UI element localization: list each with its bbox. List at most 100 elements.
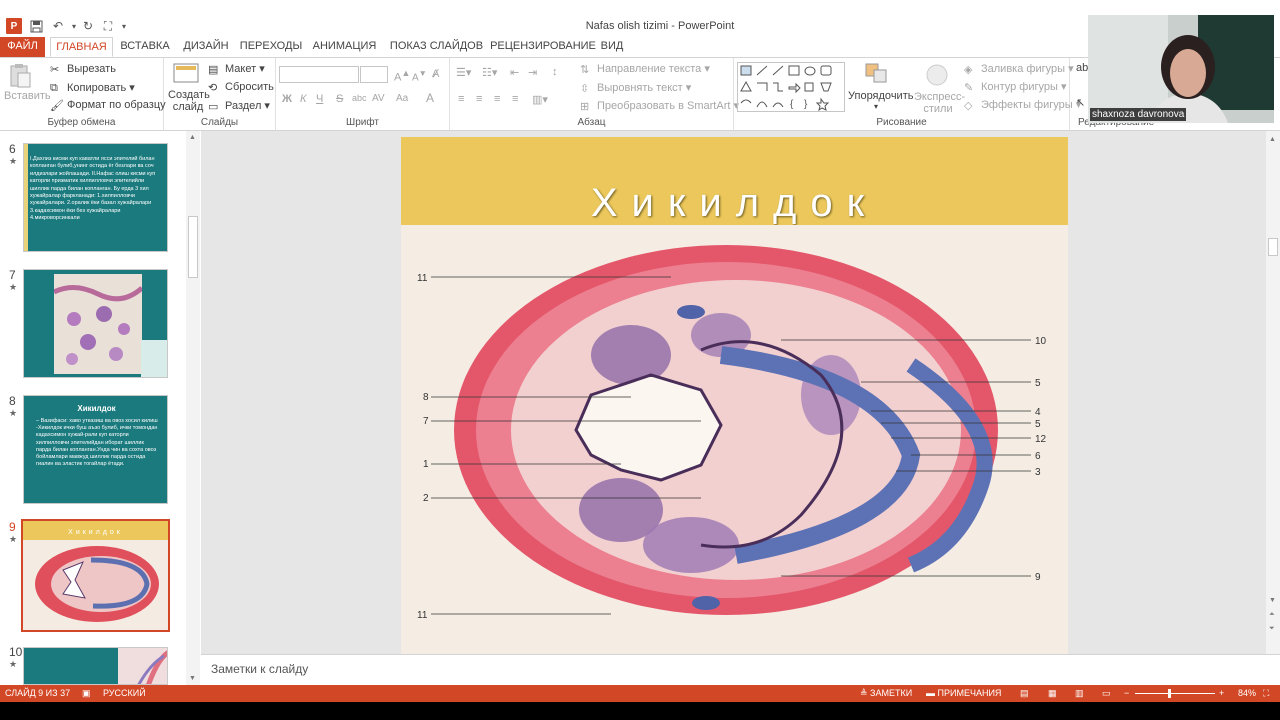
tab-file[interactable]: ФАЙЛ (0, 37, 45, 57)
reset-button[interactable]: ⟲ Сбросить (208, 81, 274, 94)
smartart-button[interactable]: ⊞ Преобразовать в SmartArt ▾ (580, 99, 739, 113)
grow-font-icon[interactable]: A▲ (394, 68, 410, 84)
thumbnails-scrollbar[interactable]: ▲ ▼ (186, 131, 200, 685)
char-spacing-button[interactable]: AV (372, 93, 385, 104)
scroll-down-icon[interactable]: ▼ (189, 675, 196, 682)
customize-toolbar-icon[interactable]: ▾ (116, 18, 132, 34)
section-button[interactable]: ▭ Раздел ▾ (208, 99, 270, 113)
paste-icon[interactable] (6, 62, 38, 88)
comments-toggle[interactable]: ▬ ПРИМЕЧАНИЯ (926, 688, 1001, 698)
save-icon[interactable] (28, 18, 44, 34)
scroll-down-icon[interactable]: ▼ (1269, 597, 1276, 604)
tab-design[interactable]: ДИЗАЙН (178, 37, 234, 57)
cut-button[interactable]: ✂ Вырезать (50, 63, 116, 76)
bold-button[interactable]: Ж (282, 93, 292, 105)
tab-view[interactable]: ВИД (598, 37, 626, 57)
thumb-decor (141, 340, 167, 377)
slideshow-view-icon[interactable]: ▭ (1102, 688, 1111, 699)
tab-animation[interactable]: АНИМАЦИЯ (309, 37, 380, 57)
align-text-button[interactable]: ⇳ Выровнять текст ▾ (580, 81, 691, 95)
shapes-gallery[interactable]: {} (737, 62, 845, 112)
clear-formatting-icon[interactable]: Ⱥ (432, 68, 439, 80)
columns-icon[interactable]: ▥▾ (532, 93, 548, 106)
increase-indent-icon[interactable]: ⇥ (528, 66, 537, 79)
copy-icon: ⧉ (50, 82, 58, 95)
undo-icon[interactable]: ↶ (50, 18, 66, 34)
arrange-button[interactable]: Упорядочить (848, 90, 913, 102)
language-indicator[interactable]: РУССКИЙ (103, 688, 146, 698)
slideshow-start-icon[interactable]: ⛶ (100, 18, 116, 34)
align-right-icon[interactable]: ≡ (494, 93, 500, 105)
shape-fill-button[interactable]: ◈ Заливка фигуры ▾ (964, 62, 1074, 76)
slide-title[interactable]: Хикилдок (401, 181, 1068, 226)
shape-effects-button[interactable]: ◇ Эффекты фигуры ▾ (964, 98, 1081, 112)
current-slide[interactable]: Хикилдок 11 8 7 1 2 11 10 5 4 5 12 6 3 9 (401, 137, 1068, 654)
text-direction-button[interactable]: ⇅ Направление текста ▾ (580, 62, 710, 76)
diagram-label: 5 (1035, 419, 1041, 430)
fit-to-window-icon[interactable]: ⛶ (1263, 688, 1269, 699)
zoom-in-icon[interactable]: + (1219, 688, 1224, 698)
quick-styles-icon[interactable] (924, 62, 950, 91)
slide-thumbnail-6[interactable]: I.Дахлиз кисми куп каватли ясси эпителий… (23, 143, 168, 252)
layout-button[interactable]: ▤ Макет ▾ (208, 62, 265, 76)
normal-view-icon[interactable]: ▤ (1020, 688, 1029, 699)
align-left-icon[interactable]: ≡ (458, 93, 464, 105)
zoom-level[interactable]: 84% (1238, 688, 1256, 698)
shrink-font-icon[interactable]: A▼ (412, 68, 427, 83)
decrease-indent-icon[interactable]: ⇤ (510, 66, 519, 79)
zoom-out-icon[interactable]: − (1124, 688, 1129, 698)
copy-button[interactable]: ⧉ Копировать ▾ (50, 81, 135, 94)
slide-thumbnail-7[interactable] (23, 269, 168, 378)
bullets-icon[interactable]: ☰▾ (456, 66, 471, 79)
scroll-up-icon[interactable]: ▲ (1269, 136, 1276, 143)
arrange-icon[interactable] (862, 60, 892, 89)
scrollbar-thumb[interactable] (188, 216, 198, 278)
next-slide-icon[interactable]: ⏷ (1269, 625, 1275, 633)
shape-effects-label: Эффекты фигуры (981, 99, 1073, 111)
redo-icon[interactable]: ↻ (80, 18, 96, 34)
notes-toggle[interactable]: ≜ ЗАМЕТКИ (860, 688, 912, 699)
spellcheck-icon[interactable]: ▣ (82, 688, 91, 699)
slide-sorter-icon[interactable]: ▦ (1048, 688, 1057, 699)
font-color-button[interactable]: A (426, 91, 434, 105)
find-icon[interactable]: ab (1076, 62, 1088, 74)
shadow-button[interactable]: abc (352, 93, 367, 103)
new-slide-button[interactable]: Создать слайд (168, 89, 210, 113)
slide-thumbnail-10[interactable] (23, 647, 168, 685)
tab-home[interactable]: ГЛАВНАЯ (50, 37, 113, 57)
slide-scrollbar[interactable]: ▲ ▼ ⏶ ⏷ (1266, 131, 1280, 654)
zoom-slider-thumb[interactable] (1168, 689, 1171, 698)
align-center-icon[interactable]: ≡ (476, 93, 482, 105)
change-case-button[interactable]: Aa (396, 93, 408, 104)
line-spacing-icon[interactable]: ↕ (552, 66, 558, 78)
scroll-up-icon[interactable]: ▲ (189, 134, 196, 141)
arrange-dropdown-icon[interactable]: ▾ (874, 102, 878, 111)
zoom-slider-track[interactable] (1135, 693, 1215, 694)
tab-transitions[interactable]: ПЕРЕХОДЫ (239, 37, 303, 57)
new-slide-icon[interactable] (172, 62, 200, 87)
format-painter-button[interactable]: 🖌 Формат по образцу (50, 99, 166, 112)
status-bar: СЛАЙД 9 ИЗ 37 ▣ РУССКИЙ ≜ ЗАМЕТКИ ▬ ПРИМ… (0, 685, 1280, 702)
strikethrough-button[interactable]: S (336, 93, 343, 105)
justify-icon[interactable]: ≡ (512, 93, 518, 105)
tab-insert[interactable]: ВСТАВКА (117, 37, 173, 57)
slide-counter: СЛАЙД 9 ИЗ 37 (5, 688, 71, 698)
underline-button[interactable]: Ч (316, 93, 323, 105)
select-icon[interactable]: ↖ (1076, 96, 1085, 109)
shape-outline-button[interactable]: ✎ Контур фигуры ▾ (964, 80, 1067, 94)
notes-pane[interactable]: Заметки к слайду (201, 654, 1280, 685)
font-family-combo[interactable] (279, 66, 359, 83)
animation-star-icon: ★ (9, 282, 18, 292)
reading-view-icon[interactable]: ▥ (1075, 688, 1084, 699)
tab-slideshow[interactable]: ПОКАЗ СЛАЙДОВ (387, 37, 486, 57)
italic-button[interactable]: К (300, 93, 306, 105)
slide-thumbnail-9-selected[interactable]: Хикилдок (21, 519, 170, 632)
slide-thumbnail-8[interactable]: Хикилдок – Вазифаси: хаво утказиш ва ово… (23, 395, 168, 504)
numbering-icon[interactable]: ☷▾ (482, 66, 497, 79)
quick-styles-button[interactable]: Экспресс-стили (914, 91, 965, 115)
tab-review[interactable]: РЕЦЕНЗИРОВАНИЕ (490, 37, 596, 57)
paste-button[interactable]: Вставить (4, 90, 51, 102)
scrollbar-thumb[interactable] (1268, 238, 1278, 256)
previous-slide-icon[interactable]: ⏶ (1269, 611, 1275, 619)
font-size-combo[interactable] (360, 66, 388, 83)
